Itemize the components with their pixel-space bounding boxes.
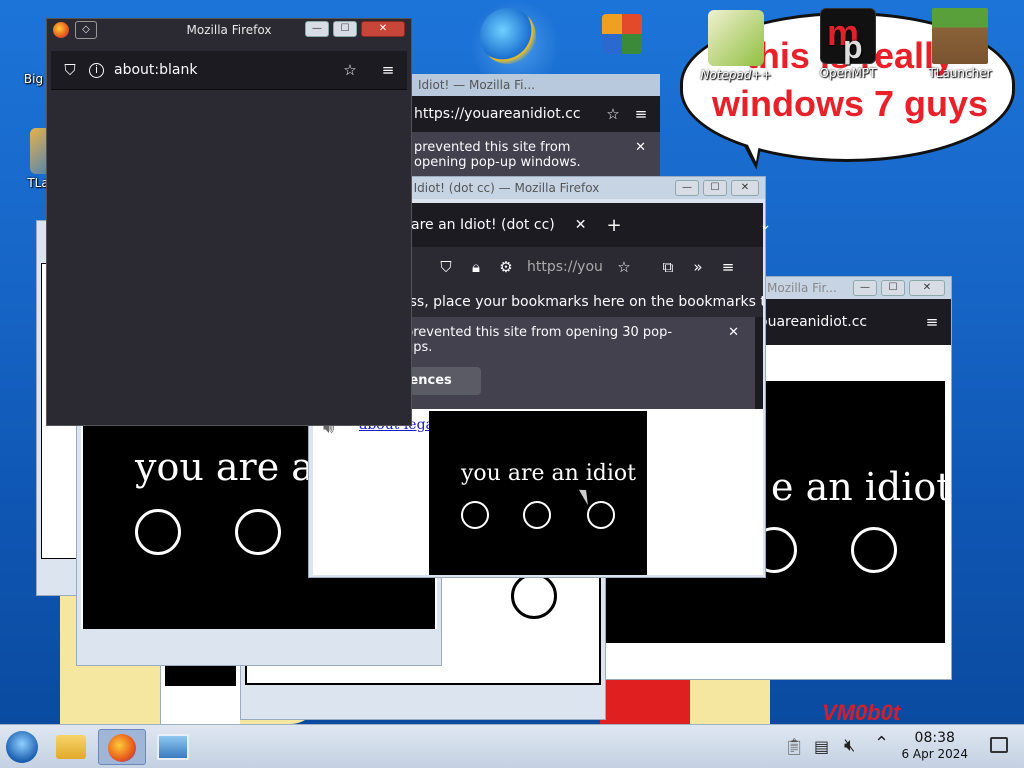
desktop-icon-tlauncher[interactable]: TLauncher	[922, 8, 998, 80]
menu-icon[interactable]: ≡	[923, 313, 941, 331]
new-tab-icon[interactable]: +	[606, 215, 621, 236]
close-icon[interactable]: ✕	[635, 140, 646, 155]
office-icon	[602, 14, 642, 54]
smiley-icon	[851, 527, 897, 573]
close-button[interactable]: ✕	[361, 21, 405, 37]
taskbar: 📋︎ ▤ 🔇︎ ⌃ 08:38 6 Apr 2024	[0, 724, 1024, 768]
smiley-icon	[523, 501, 551, 529]
taskbar-system-app[interactable]	[154, 729, 192, 765]
mouse-cursor-icon	[578, 486, 594, 506]
pin-icon[interactable]: ◇	[75, 21, 97, 39]
clipboard-icon[interactable]: 📋︎	[784, 737, 804, 756]
url-bar[interactable]: ⛉ i about:blank ☆ ≡	[51, 51, 407, 89]
clipboard-manager-icon[interactable]: ▤	[814, 737, 829, 756]
notepad-plus-icon	[708, 10, 764, 66]
close-tab-icon[interactable]: ✕	[575, 217, 587, 233]
firefox-icon	[53, 22, 69, 38]
tab-idiot[interactable]: are an Idiot! (dot cc)	[411, 217, 555, 233]
close-button[interactable]: ✕	[731, 180, 759, 196]
close-button[interactable]: ✕	[909, 280, 945, 296]
bookmark-star-icon[interactable]: ☆	[341, 61, 359, 79]
desktop-icon-kevinoffice[interactable]	[584, 14, 660, 56]
smiley-icon	[587, 501, 615, 529]
background-shape	[600, 680, 690, 724]
openmpt-icon: m p	[820, 8, 876, 64]
url-field[interactable]: https://you	[527, 259, 603, 275]
extensions-icon[interactable]: ⧉	[659, 258, 677, 276]
window-idiot-top[interactable]: Idiot! — Mozilla Fi... https://youareani…	[404, 74, 660, 192]
windows-logo-icon	[6, 731, 38, 763]
window-firefox-blank[interactable]: ◇ Mozilla Firefox — ☐ ✕ ⛉ i about:blank …	[46, 18, 412, 426]
window-title-bar[interactable]: Idiot! — Mozilla Fi...	[404, 74, 660, 96]
close-icon[interactable]: ✕	[728, 325, 739, 340]
minecraft-block-icon	[932, 8, 988, 64]
computer-icon	[157, 734, 189, 760]
desktop: VM0b0t this is really windows 7 guys Big…	[0, 0, 1024, 724]
smiley-icon	[235, 509, 281, 555]
smiley-icon	[511, 573, 557, 619]
minimize-button[interactable]: —	[675, 180, 699, 196]
menu-icon[interactable]: ≡	[719, 258, 737, 276]
volume-muted-icon[interactable]: 🔇︎	[844, 735, 855, 756]
info-icon[interactable]: i	[89, 62, 104, 78]
page-content: 🔊︎ about legacy site you are an idiot	[313, 409, 763, 575]
clock[interactable]: 08:38 6 Apr 2024	[901, 730, 968, 762]
maximize-button[interactable]: ☐	[333, 21, 357, 37]
shield-icon[interactable]: ⛉	[61, 61, 79, 79]
desktop-icon-openmpt[interactable]: m p OpenMPT	[810, 8, 886, 80]
shield-icon[interactable]: ⛉	[437, 258, 455, 276]
smiley-icon	[461, 501, 489, 529]
taskbar-firefox[interactable]	[98, 729, 146, 765]
url-field[interactable]: about:blank	[114, 62, 331, 78]
show-desktop-button[interactable]	[990, 737, 1008, 753]
globe-icon	[480, 8, 536, 64]
blank-page-content	[51, 89, 407, 419]
firefox-icon	[108, 734, 136, 762]
maximize-button[interactable]: ☐	[881, 280, 905, 296]
folder-icon	[56, 735, 86, 759]
menu-icon[interactable]: ≡	[632, 105, 650, 123]
smiley-icon	[135, 509, 181, 555]
taskbar-file-explorer[interactable]	[52, 729, 90, 765]
maximize-button[interactable]: ☐	[703, 180, 727, 196]
idiot-page: you are an idiot	[429, 411, 647, 575]
background-shape	[690, 680, 770, 724]
window-back-bottom-left	[160, 660, 240, 724]
vm-watermark: VM0b0t	[822, 700, 901, 724]
overflow-icon[interactable]: »	[689, 258, 707, 276]
url-bar[interactable]: https://youareanidiot.cc ☆ ≡	[404, 96, 660, 132]
minimize-button[interactable]: —	[305, 21, 329, 37]
lock-icon[interactable]: 🔒︎	[467, 258, 485, 276]
desktop-icon-kevinblast[interactable]	[470, 8, 546, 66]
desktop-icon-notepad[interactable]: Notepad++	[698, 10, 774, 82]
menu-icon[interactable]: ≡	[379, 61, 397, 79]
minimize-button[interactable]: —	[853, 280, 877, 296]
permissions-icon[interactable]: ⚙	[497, 258, 515, 276]
chevron-down-icon[interactable]: ⌄	[760, 217, 772, 233]
chevron-up-icon[interactable]: ⌃	[874, 733, 889, 754]
start-button[interactable]	[4, 729, 42, 765]
bookmark-star-icon[interactable]: ☆	[604, 105, 622, 123]
window-title-bar[interactable]: ◇ Mozilla Firefox — ☐ ✕	[47, 19, 411, 41]
bookmark-star-icon[interactable]: ☆	[615, 258, 633, 276]
